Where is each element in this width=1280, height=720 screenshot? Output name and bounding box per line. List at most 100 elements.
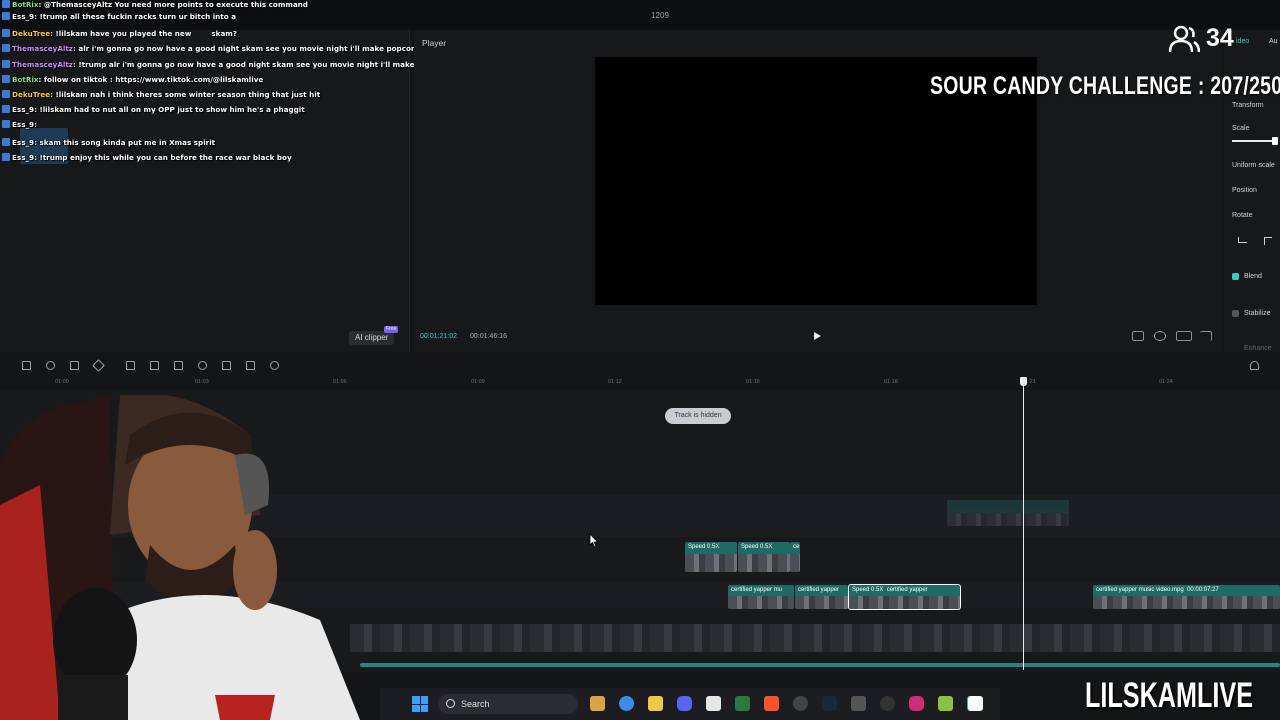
ruler-tick-label: 01:15 xyxy=(746,379,760,385)
chat-message: Ess_9: !lilskam had to nut all on my OPP… xyxy=(2,105,305,114)
timeline-clip[interactable]: certified yapper music video.mpg 00:00:0… xyxy=(1093,585,1280,609)
viewer-count-number: 34 xyxy=(1206,24,1234,52)
fullscreen-preview-icon[interactable] xyxy=(1132,331,1144,341)
mouse-cursor-icon xyxy=(589,533,599,548)
taskbar-search-label: Search xyxy=(461,699,490,709)
rotate-label: Rotate xyxy=(1232,212,1253,219)
timeline-clip[interactable]: Speed 0.5X xyxy=(738,542,790,572)
chat-message: ThemasceyAltz: alr i'm gonna go now have… xyxy=(2,44,420,53)
main-track-filmstrip[interactable] xyxy=(350,624,1280,652)
expand-icon[interactable] xyxy=(1200,331,1212,341)
timeline-clip[interactable]: certified yapper mu xyxy=(728,585,794,609)
window-title: 1209 xyxy=(651,11,669,20)
split-icon[interactable] xyxy=(174,361,183,370)
chat-message: BotRix: @ThemasceyAltz You need more poi… xyxy=(2,0,308,9)
chat-username: BotRix xyxy=(12,75,39,84)
steam-icon[interactable] xyxy=(822,696,837,711)
chat-message: DekuTree: !lilskam have you played the n… xyxy=(2,29,237,38)
chat-text: : follow on tiktok : https://www.tiktok.… xyxy=(38,75,264,84)
taskbar-search[interactable]: Search xyxy=(438,694,578,714)
microphone-icon[interactable] xyxy=(1250,361,1259,370)
scale-label: Scale xyxy=(1232,125,1250,132)
shield-icon[interactable] xyxy=(46,361,55,370)
blend-checkbox[interactable] xyxy=(1232,273,1239,280)
playhead-handle[interactable] xyxy=(1020,377,1027,386)
timeline-clip[interactable]: Speed 0.5X xyxy=(685,542,737,572)
reverse-icon[interactable] xyxy=(150,361,159,370)
scale-slider[interactable] xyxy=(1232,140,1276,142)
align-left-icon[interactable] xyxy=(1238,237,1247,243)
webcam-feed xyxy=(0,395,360,720)
timeline-toolbar xyxy=(0,356,1280,376)
chat-username: Ess_9 xyxy=(12,138,35,147)
chat-message: Ess_9: !trump all these fuckin racks tur… xyxy=(2,12,236,21)
clip-label: Speed 0.5X xyxy=(741,544,773,550)
chat-badge-icon xyxy=(2,138,10,146)
ruler-tick-label: 01:12 xyxy=(608,379,622,385)
folder-icon[interactable] xyxy=(648,696,663,711)
app-icon[interactable] xyxy=(938,696,953,711)
chat-badge-icon xyxy=(2,60,10,68)
playhead[interactable] xyxy=(1023,378,1024,670)
screen-icon[interactable] xyxy=(222,361,231,370)
chat-badge-icon xyxy=(2,12,10,20)
stabilize-checkbox[interactable] xyxy=(1232,310,1239,317)
clip-label: Speed 0.5X certified yapper xyxy=(852,587,928,593)
ai-clipper-button[interactable]: AI clipper Free xyxy=(349,326,399,345)
chat-username: BotRix xyxy=(12,0,39,9)
windows-taskbar: Search xyxy=(380,688,1000,720)
chat-badge-icon xyxy=(2,44,10,52)
hidden-track-clip[interactable] xyxy=(947,500,1069,526)
marker-icon[interactable] xyxy=(246,361,255,370)
store-icon[interactable] xyxy=(706,696,721,711)
instagram-icon[interactable] xyxy=(909,696,924,711)
capcut-icon[interactable] xyxy=(968,696,983,711)
chat-text: : !trump enjoy this while you can before… xyxy=(34,153,292,162)
chat-username: DekuTree xyxy=(12,29,51,38)
freeze-icon[interactable] xyxy=(126,361,135,370)
timeline-ruler[interactable]: 01:00 01:03 01:06 01:09 01:12 01:15 01:18 01:21… xyxy=(0,376,1280,390)
magic-icon[interactable] xyxy=(270,361,279,370)
auto-cut-icon[interactable] xyxy=(198,361,207,370)
chat-message: DekuTree: !lilskam nah i think theres so… xyxy=(2,90,320,99)
delete-icon[interactable] xyxy=(22,361,31,370)
tab-audio[interactable]: Au xyxy=(1269,38,1278,45)
zoom-fit-icon[interactable] xyxy=(1154,331,1166,341)
ratio-icon[interactable] xyxy=(1176,331,1192,341)
tab-video[interactable]: ideo xyxy=(1236,38,1249,45)
crop-icon[interactable] xyxy=(70,361,79,370)
chat-text-extra: skam? xyxy=(211,29,237,38)
users-icon xyxy=(1168,25,1200,53)
timeline-scrollbar[interactable] xyxy=(360,663,1280,667)
ai-clipper-label: AI clipper xyxy=(355,333,389,342)
chat-message: ThemasceyAltz: !trump alr i'm gonna go n… xyxy=(2,60,450,69)
timeline-clip[interactable]: certified yapper xyxy=(795,585,848,609)
ruler-tick-label: 01:09 xyxy=(471,379,485,385)
scale-slider-knob[interactable] xyxy=(1272,137,1278,145)
app-icon[interactable] xyxy=(851,696,866,711)
chat-username: Ess_9 xyxy=(12,105,35,114)
4k-icon[interactable] xyxy=(880,696,895,711)
chat-message: BotRix: follow on tiktok : https://www.t… xyxy=(2,75,263,84)
widget-icon[interactable] xyxy=(590,696,605,711)
ruler-tick-label: 01:03 xyxy=(195,379,209,385)
clip-label: certified yapper music video.mpg 00:00:0… xyxy=(1096,587,1219,593)
transform-section[interactable]: Transform xyxy=(1232,102,1264,109)
chat-username: Ess_9 xyxy=(12,120,35,129)
obs-icon[interactable] xyxy=(793,696,808,711)
selected-timeline-clip[interactable]: Speed 0.5X certified yapper xyxy=(848,584,961,610)
align-center-icon[interactable] xyxy=(1264,237,1272,245)
mirror-icon[interactable] xyxy=(92,359,105,372)
stabilize-label: Stabilize xyxy=(1244,310,1271,317)
chat-badge-icon xyxy=(2,105,10,113)
chat-username: ThemasceyAltz xyxy=(12,60,73,69)
timeline-clip[interactable]: ce xyxy=(790,542,800,572)
chat-badge-icon xyxy=(2,75,10,83)
windows-start-icon[interactable] xyxy=(412,696,428,712)
discord-icon[interactable] xyxy=(677,696,692,711)
app-icon[interactable] xyxy=(735,696,750,711)
copilot-icon[interactable] xyxy=(619,696,634,711)
play-icon[interactable] xyxy=(812,331,822,341)
ruler-tick-label: 01:00 xyxy=(55,379,69,385)
brave-icon[interactable] xyxy=(764,696,779,711)
